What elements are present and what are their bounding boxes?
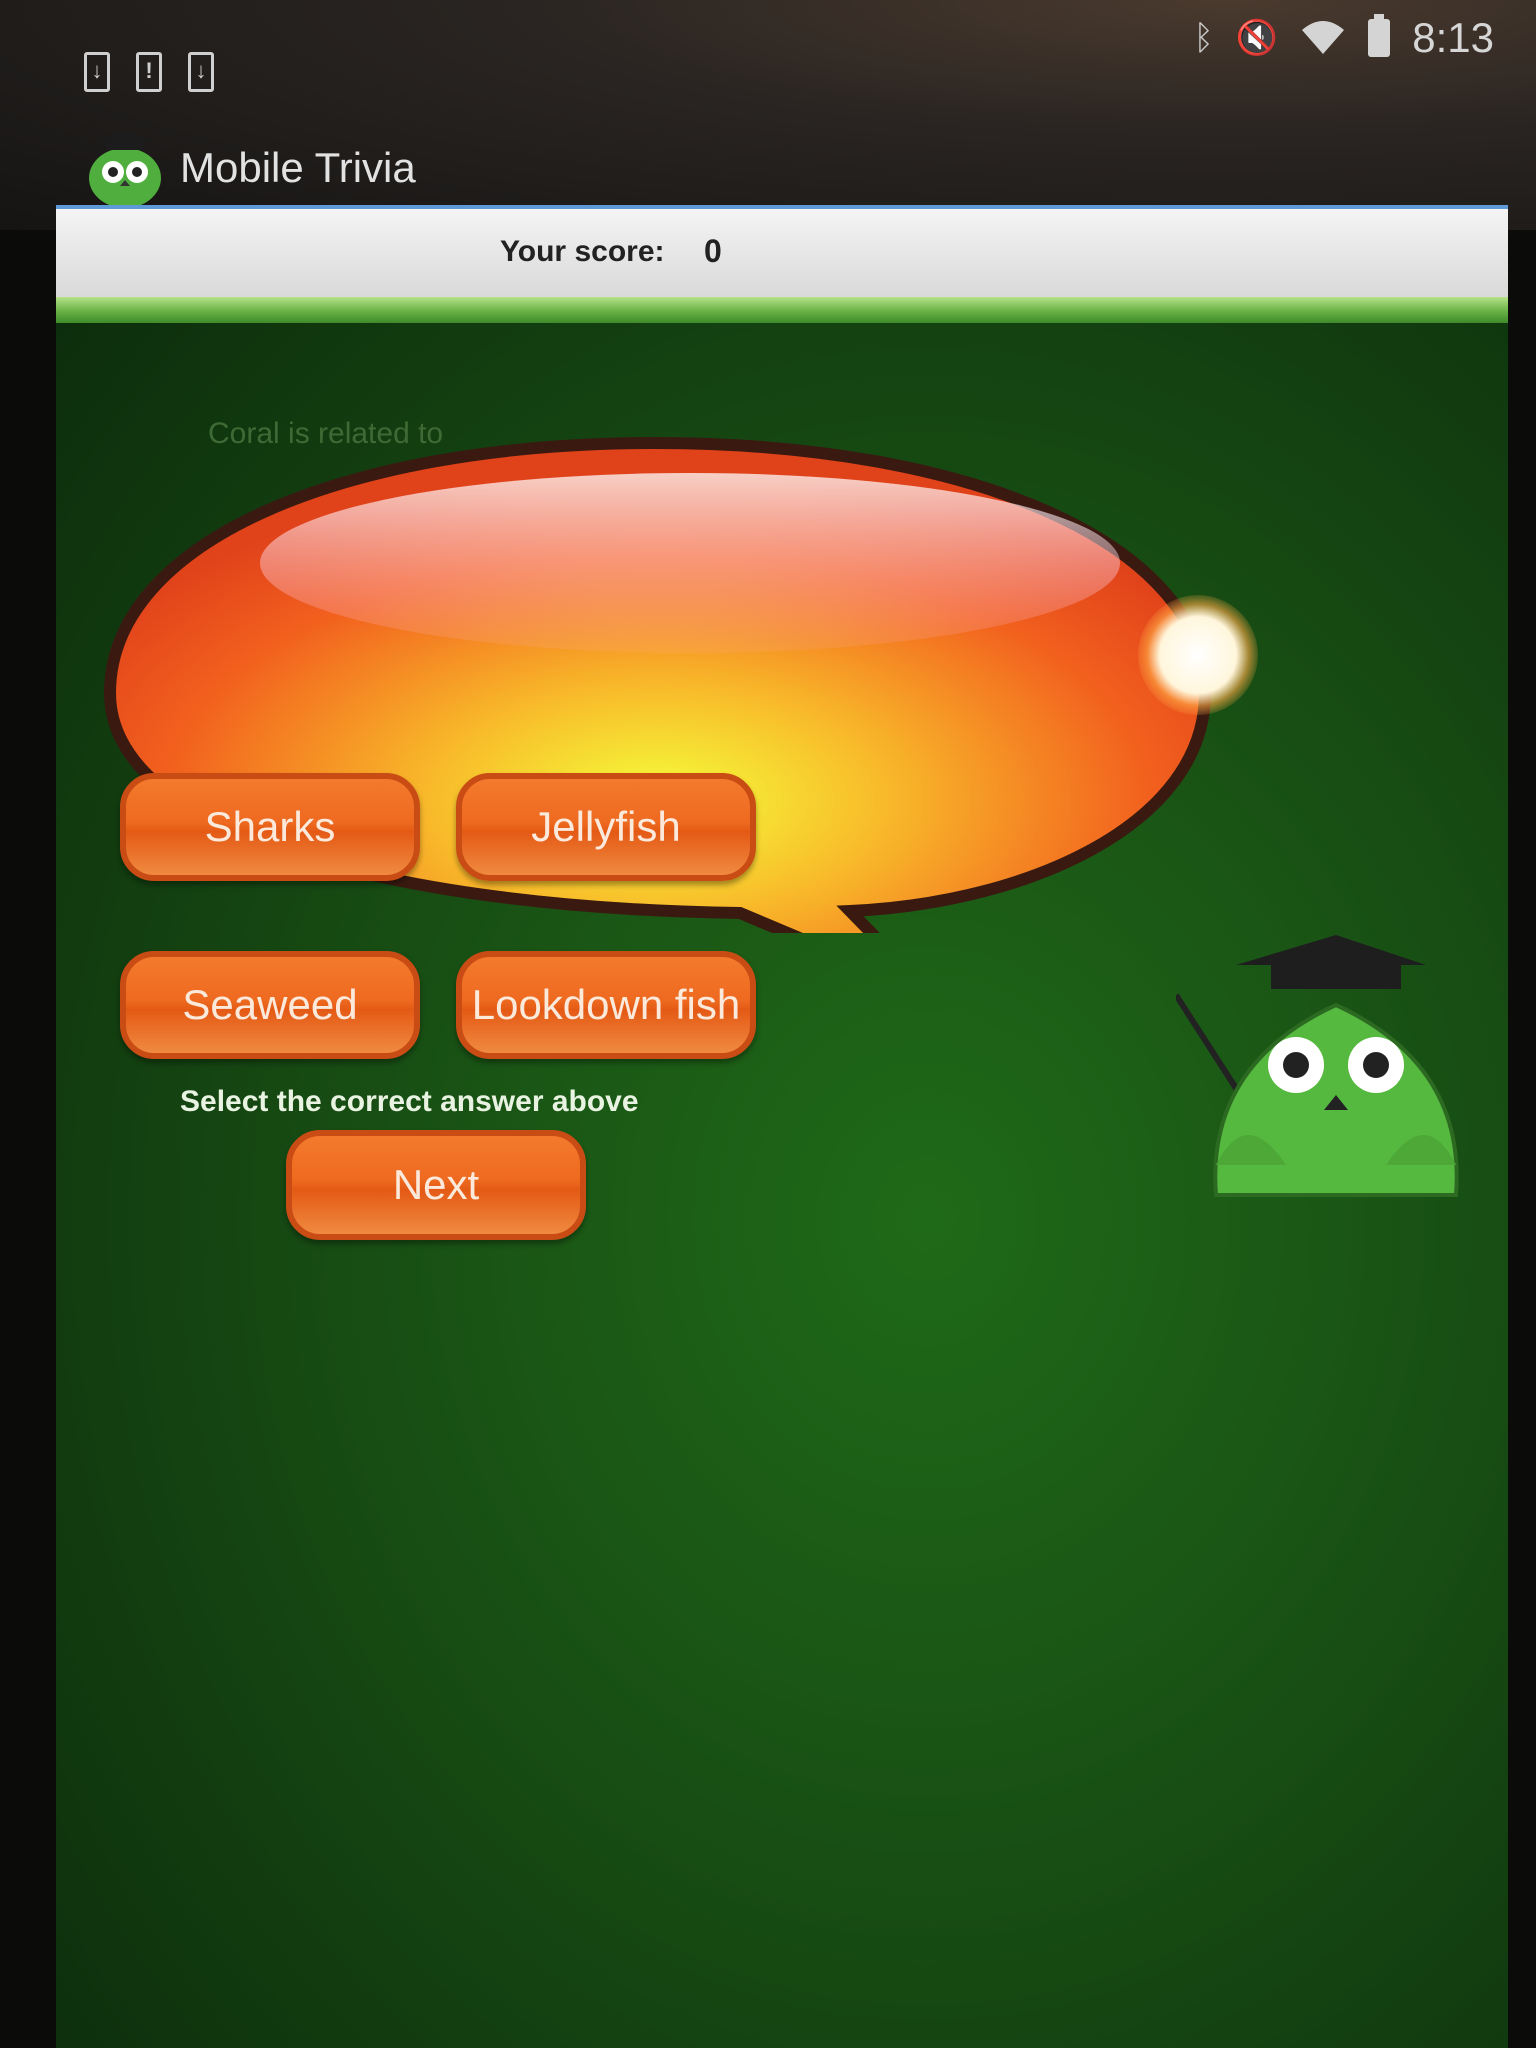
alert-icon: ! <box>136 52 162 92</box>
mute-icon: 🔇 <box>1235 19 1279 57</box>
download-icon: ↓ <box>84 52 110 92</box>
score-bar: Your score: 0 <box>56 205 1508 301</box>
notification-icons: ↓ ! ↓ <box>84 52 214 92</box>
score-divider <box>56 297 1508 323</box>
status-area: ↓ ! ↓ ᛒ 🔇 8:13 Mobile Trivia <box>0 0 1536 230</box>
status-icons: ᛒ 🔇 8:13 <box>1193 14 1494 62</box>
score-label: Your score: <box>500 235 665 268</box>
app-title: Mobile Trivia <box>180 144 416 191</box>
instruction-text: Select the correct answer above <box>180 1085 639 1118</box>
clock: 8:13 <box>1412 14 1494 61</box>
answer-button-lookdown-fish[interactable]: Lookdown fish <box>456 951 756 1059</box>
light-glare <box>1138 595 1258 715</box>
bluetooth-icon: ᛒ <box>1193 18 1214 57</box>
owl-mascot-icon <box>1176 935 1459 1197</box>
app-bar: Mobile Trivia <box>84 128 416 208</box>
answer-button-sharks[interactable]: Sharks <box>120 773 420 881</box>
wifi-icon <box>1302 21 1345 54</box>
battery-icon <box>1368 14 1391 57</box>
answer-button-seaweed[interactable]: Seaweed <box>120 951 420 1059</box>
owl-logo-icon <box>84 128 166 208</box>
next-button[interactable]: Next <box>286 1130 586 1240</box>
answer-button-jellyfish[interactable]: Jellyfish <box>456 773 756 881</box>
download-icon: ↓ <box>188 52 214 92</box>
score-value: 0 <box>704 233 722 269</box>
trivia-screen: Your score: 0 Coral is related to Sharks… <box>56 205 1508 2048</box>
